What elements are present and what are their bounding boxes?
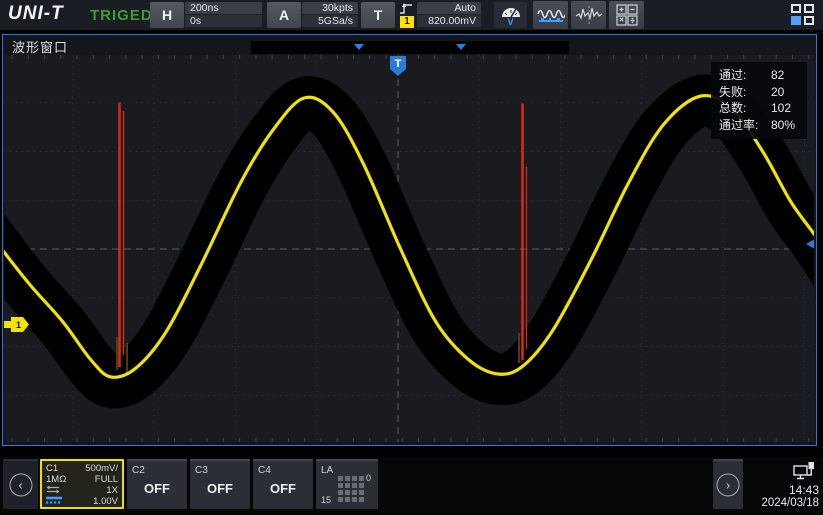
la-channel-matrix-icon	[338, 476, 366, 504]
timebase-scale: 200ns	[185, 2, 262, 15]
acquire-info-field[interactable]: 30kpts 5GSa/s	[302, 2, 358, 28]
trigger-level: 820.00mV	[417, 15, 481, 27]
waveform-record-icon	[537, 5, 565, 25]
overview-marker-right-icon[interactable]	[456, 44, 466, 50]
stat-pass-rate: 通过率:80%	[719, 117, 799, 134]
layout-square-br	[804, 16, 814, 25]
trigger-menu-button[interactable]: T	[361, 2, 395, 28]
waveform-window-header: 波形窗口	[3, 35, 816, 55]
usb-device-connected-icon	[793, 461, 815, 480]
c3-name: C3	[195, 465, 208, 476]
invert-arrows-icon	[46, 485, 60, 494]
mask-band	[4, 101, 814, 383]
window-layout-button[interactable]	[791, 4, 817, 27]
chevron-right-icon: ›	[717, 474, 740, 497]
sample-rate: 5GSa/s	[302, 15, 358, 27]
layout-square-tl	[791, 4, 801, 13]
timebase-position: 0s	[185, 15, 262, 27]
trigger-status: TRIGED	[90, 7, 153, 24]
svg-text:T: T	[395, 58, 402, 70]
c1-name: C1	[46, 463, 58, 474]
math-icon	[616, 4, 638, 26]
c2-name: C2	[132, 465, 145, 476]
la-bottom-channel: 15	[321, 495, 331, 505]
clock-date: 2024/03/18	[761, 497, 819, 509]
search-button[interactable]	[571, 1, 606, 29]
chevron-left-icon: ‹	[9, 474, 32, 497]
top-toolbar: UNI-T TRIGED H 200ns 0s A 30kpts 5GSa/s …	[0, 0, 823, 30]
bottom-channel-bar: ‹ C1 500mV/ 1MΩ FULL 1X 1.00V C2 OFF C3 OF…	[0, 457, 823, 515]
c1-impedance: 1MΩ	[46, 474, 66, 485]
graticule-area[interactable]: T 1 通过:82 失败:20 总数:102 通过率:80%	[4, 55, 814, 442]
collapse-left-button[interactable]: ‹	[3, 459, 38, 509]
horizontal-menu-button[interactable]: H	[150, 2, 184, 28]
clock-time: 14:43	[789, 483, 819, 497]
la-name: LA	[321, 465, 333, 476]
channel-4-tile[interactable]: C4 OFF	[253, 459, 313, 509]
expand-right-button[interactable]: ›	[713, 459, 743, 509]
trigger-position-marker[interactable]: T	[390, 56, 406, 76]
layout-square-tr	[804, 4, 814, 13]
c3-state: OFF	[190, 481, 250, 496]
pass-fail-statistics: 通过:82 失败:20 总数:102 通过率:80%	[711, 62, 807, 139]
trigger-info-field[interactable]: Auto 820.00mV	[417, 2, 481, 28]
la-top-channel: 0	[366, 473, 371, 483]
svg-text:1: 1	[16, 320, 21, 330]
dvm-gauge-icon	[500, 4, 522, 18]
dvm-button[interactable]: V	[493, 1, 528, 29]
datetime-panel[interactable]: 14:43 2024/03/18	[745, 459, 823, 509]
channel-2-tile[interactable]: C2 OFF	[127, 459, 187, 509]
layout-square-bl-active	[791, 16, 801, 25]
rising-edge-icon	[399, 2, 414, 15]
dc-coupling-icon	[46, 496, 62, 504]
stat-total: 总数:102	[719, 100, 799, 117]
c1-bandwidth: FULL	[95, 474, 118, 485]
c1-scale: 500mV/	[85, 463, 118, 474]
uni-t-logo: UNI-T	[8, 3, 64, 25]
c4-state: OFF	[253, 481, 313, 496]
c1-offset: 1.00V	[93, 496, 118, 507]
stat-fail: 失败:20	[719, 84, 799, 101]
horizontal-info-field[interactable]: 200ns 0s	[185, 2, 262, 28]
acquire-menu-button[interactable]: A	[267, 2, 301, 28]
math-button[interactable]	[609, 1, 644, 29]
dvm-volt-label: V	[507, 18, 513, 26]
trigger-source-indicator[interactable]: 1	[399, 2, 416, 28]
waveform-window: 波形窗口 T 1 通过:82 失败:20 总数:102 通过率:80%	[2, 34, 817, 446]
memory-depth: 30kpts	[302, 2, 358, 15]
c4-name: C4	[258, 465, 271, 476]
horizontal-overview-bar[interactable]	[251, 41, 569, 54]
waveform-record-button[interactable]	[533, 1, 568, 29]
overview-marker-left-icon[interactable]	[354, 44, 364, 50]
trigger-mode: Auto	[417, 2, 481, 15]
channel-1-tile[interactable]: C1 500mV/ 1MΩ FULL 1X 1.00V	[40, 459, 124, 509]
c1-probe: 1X	[106, 485, 118, 496]
logic-analyzer-tile[interactable]: LA 0 15	[316, 459, 378, 509]
c2-state: OFF	[127, 481, 187, 496]
trigger-source-badge: 1	[400, 16, 414, 28]
search-wave-icon	[575, 5, 603, 25]
channel-3-tile[interactable]: C3 OFF	[190, 459, 250, 509]
stat-pass: 通过:82	[719, 67, 799, 84]
waveform-window-title: 波形窗口	[12, 37, 68, 56]
